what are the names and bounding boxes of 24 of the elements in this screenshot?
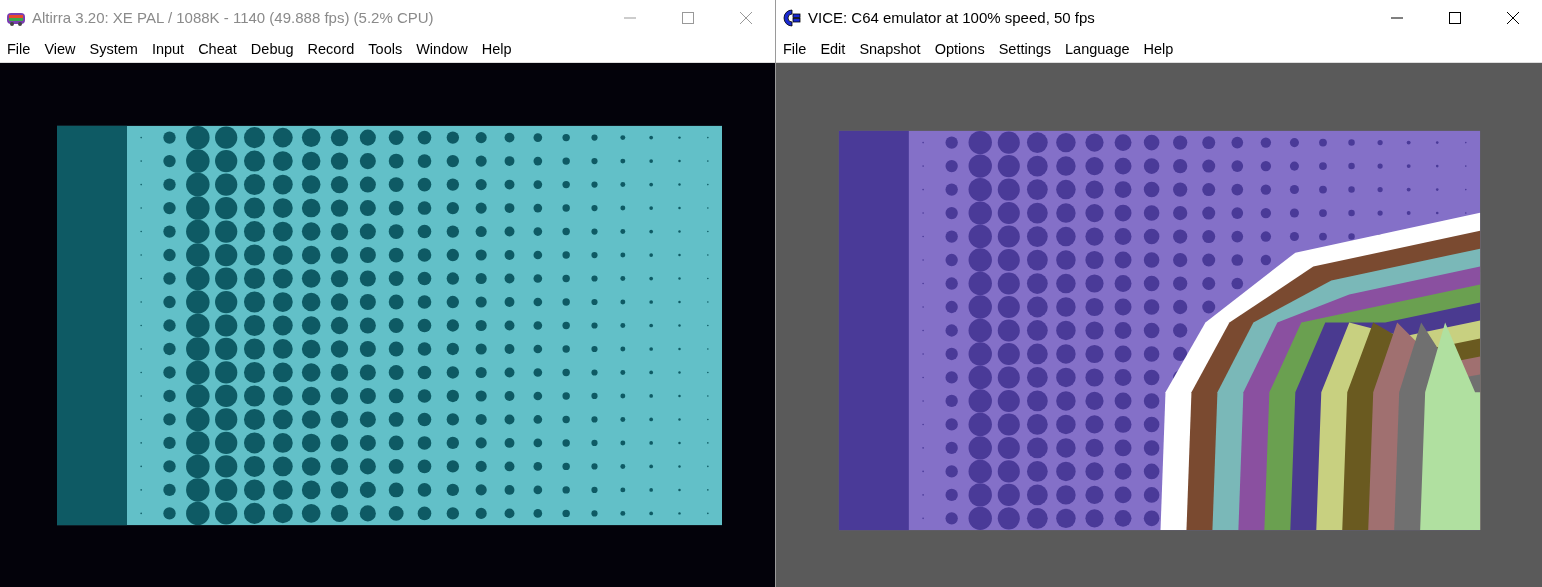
menu-item[interactable]: Tools: [361, 37, 410, 60]
menu-item[interactable]: Debug: [243, 37, 301, 60]
close-icon: [1507, 11, 1519, 24]
menu-item[interactable]: Help: [474, 37, 519, 60]
menu-item[interactable]: Settings: [991, 37, 1059, 60]
menu-item[interactable]: System: [82, 37, 145, 60]
menu-item[interactable]: Language: [1058, 37, 1137, 60]
menu-item[interactable]: Input: [144, 37, 192, 60]
window-title: Altirra 3.20: XE PAL / 1088K - 1140 (49.888 fps) (5.2% CPU): [32, 9, 435, 26]
menu-item[interactable]: File: [776, 37, 814, 60]
menu-item[interactable]: Record: [300, 37, 362, 60]
maximize-icon: [1449, 11, 1461, 24]
close-icon: [740, 11, 752, 24]
menu-item[interactable]: Window: [409, 37, 475, 60]
window-title: VICE: C64 emulator at 100% speed, 50 fps: [808, 9, 1096, 26]
menu-item[interactable]: View: [37, 37, 83, 60]
menu-item[interactable]: Cheat: [191, 37, 244, 60]
menu-item[interactable]: Options: [927, 37, 992, 60]
menu-item[interactable]: Edit: [813, 37, 853, 60]
maximize-icon: [682, 11, 694, 24]
menu-item[interactable]: File: [0, 37, 38, 60]
menu-item[interactable]: Help: [1136, 37, 1181, 60]
app-logo-icon: [782, 7, 802, 28]
menu-item[interactable]: Snapshot: [852, 37, 928, 60]
